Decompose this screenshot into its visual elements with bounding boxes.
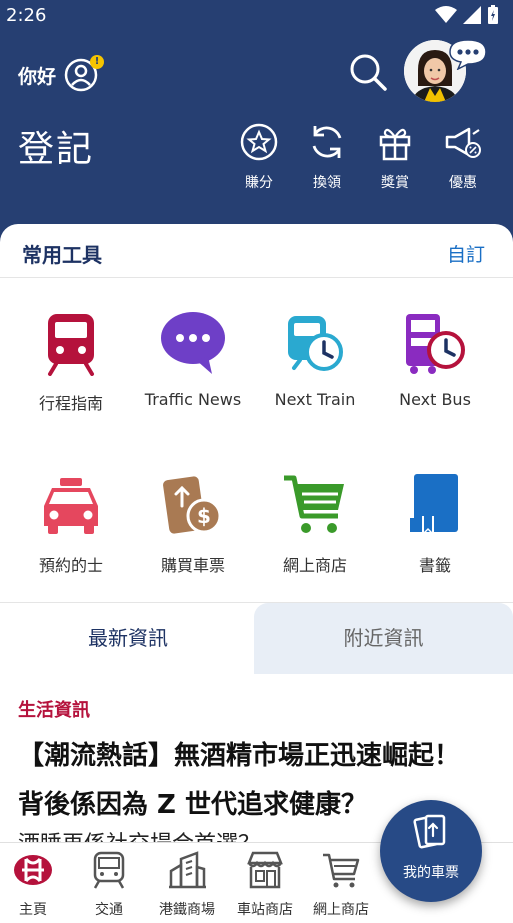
train-front-icon: [93, 851, 125, 889]
search-icon: [350, 54, 387, 91]
next-bus-icon: [406, 314, 465, 374]
tool-label: Next Train: [274, 390, 356, 409]
chat-bubble-icon[interactable]: [448, 38, 488, 71]
quick-action-redeem[interactable]: 換領: [302, 122, 352, 192]
news-tabs: 最新資訊 附近資訊: [0, 602, 513, 674]
nav-label: 網上商店: [313, 902, 369, 918]
quick-action-earn[interactable]: 賺分: [234, 122, 284, 192]
tool-next-train[interactable]: Next Train: [254, 310, 376, 409]
tool-label: Traffic News: [144, 390, 242, 409]
svg-text:$: $: [197, 504, 211, 528]
nav-malls[interactable]: 港鐵商場: [148, 851, 226, 919]
tool-buy-ticket[interactable]: $ 購買車票: [132, 472, 254, 576]
star-circle-icon: [240, 123, 278, 161]
tool-trip-planner[interactable]: 行程指南: [10, 310, 132, 414]
profile-icon[interactable]: !: [64, 55, 105, 92]
mall-icon: [169, 851, 206, 889]
nav-home[interactable]: 主頁: [0, 851, 72, 919]
shop-icon: [247, 851, 283, 889]
quick-action-rewards[interactable]: 獎賞: [370, 122, 420, 192]
battery-icon: [488, 5, 498, 24]
page-title[interactable]: 登記: [18, 120, 94, 172]
train-icon: [48, 314, 94, 376]
nav-label: 交通: [95, 902, 123, 918]
quick-action-label: 換領: [313, 175, 341, 191]
buy-ticket-icon: $: [163, 476, 222, 534]
news-category: 生活資訊: [18, 700, 90, 721]
header: 2:26 你好 ! 登記 賺分 換領 獎賞 優惠: [0, 0, 513, 250]
tab-latest-news[interactable]: 最新資訊: [0, 603, 256, 674]
tool-next-bus[interactable]: Next Bus: [374, 310, 496, 409]
tool-bookmark[interactable]: 書籤: [374, 472, 496, 576]
tool-label: 預約的士: [38, 556, 103, 575]
my-tickets-label: 我的車票: [403, 865, 459, 881]
nav-online-shop[interactable]: 網上商店: [302, 851, 380, 919]
refresh-icon: [312, 126, 342, 158]
tool-label: Next Bus: [399, 390, 471, 409]
search-button[interactable]: [348, 52, 388, 92]
app-screen: 2:26 你好 ! 登記 賺分 換領 獎賞 優惠 常用工具 自訂 行程指南 Tr…: [0, 0, 513, 923]
tool-label: 購買車票: [160, 556, 225, 575]
tool-label: 書籤: [418, 556, 451, 575]
ticket-icon: [413, 814, 446, 849]
gift-icon: [379, 128, 411, 161]
next-train-icon: [288, 316, 343, 371]
greeting[interactable]: 你好 !: [18, 55, 105, 92]
cart-icon: [323, 853, 360, 888]
nav-transport[interactable]: 交通: [70, 851, 148, 919]
nav-label: 車站商店: [237, 902, 293, 918]
tab-nearby-news[interactable]: 附近資訊: [254, 603, 513, 674]
quick-action-offers[interactable]: 優惠: [438, 122, 488, 192]
customize-link[interactable]: 自訂: [447, 240, 485, 267]
quick-action-label: 優惠: [449, 175, 477, 191]
nav-label: 主頁: [19, 902, 47, 918]
notification-badge: !: [90, 55, 105, 69]
quick-action-label: 獎賞: [381, 175, 409, 191]
status-time: 2:26: [6, 5, 47, 26]
tools-card: 常用工具 自訂 行程指南 Traffic News Next Train Nex…: [0, 224, 513, 604]
tools-title: 常用工具: [22, 243, 102, 267]
nav-label: 港鐵商場: [159, 902, 215, 918]
tool-online-shop[interactable]: 網上商店: [254, 472, 376, 576]
signal-icon: [463, 6, 481, 24]
tool-label: 行程指南: [38, 394, 103, 413]
megaphone-icon: [445, 127, 481, 158]
status-bar: 2:26: [0, 0, 513, 32]
tool-traffic-news[interactable]: Traffic News: [132, 310, 254, 409]
my-tickets-button[interactable]: 我的車票: [380, 800, 482, 902]
greeting-text: 你好: [18, 65, 57, 88]
tool-label: 網上商店: [282, 556, 347, 575]
shopping-cart-icon: [284, 475, 344, 533]
tools-header: 常用工具 自訂: [0, 224, 513, 278]
taxi-icon: [44, 478, 98, 534]
chat-bubble-icon: [161, 312, 225, 374]
wifi-icon: [435, 6, 457, 23]
bookmark-icon: [410, 474, 458, 536]
quick-action-label: 賺分: [245, 175, 273, 191]
mtr-logo-icon: [14, 855, 52, 885]
nav-station-shops[interactable]: 車站商店: [226, 851, 304, 919]
tool-book-taxi[interactable]: 預約的士: [10, 472, 132, 576]
